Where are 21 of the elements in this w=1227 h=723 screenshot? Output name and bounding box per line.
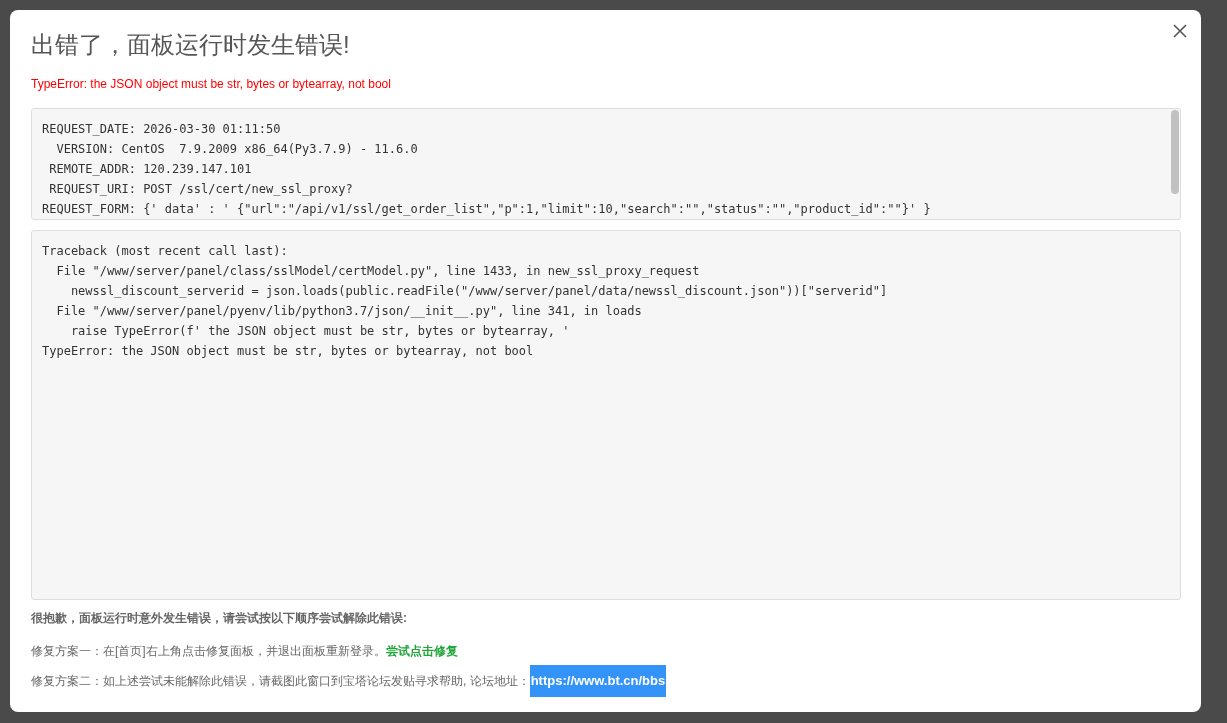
request-info-line: REMOTE_ADDR: 120.239.147.101 [48,161,253,178]
solution-text: 修复方案二：如上述尝试未能解除此错误，请截图此窗口到宝塔论坛发贴寻求帮助, 论坛地址：https://www.bt.cn/bbs [31,665,1181,697]
traceback-line: TypeError: the JSON object must be str, bytes or bytearray, not bool [42,343,535,360]
request-info-line: VERSION: CentOS 7.9.2009 x86_64(Py3.7.9) - 11.6.0 [55,141,419,158]
traceback-line: File "/www/server/panel/class/sslModel/certModel.py", line 1433, in new_ssl_proxy_request [55,263,701,280]
request-info-line: REQUEST_URI: POST /ssl/cert/new_ssl_proxy? [48,181,354,198]
request-info-line: REQUEST_DATE: 2026-03-30 01:11:50 [42,121,282,138]
apology-text: 很抱歉，面板运行时意外发生错误，请尝试按以下顺序尝试解除此错误: [31,610,408,627]
traceback-line: newssl_discount_serverid = json.loads(public.readFile("/www/server/panel/data/newssl_discount.json"))["serverid"] [69,283,889,300]
traceback-line: raise TypeError(f' the JSON object must be str, bytes or bytearray, ' [69,323,571,340]
request-info-line: REQUEST_FORM: {' data' : ' {"url":"/api/v1/ssl/get_order_list","p":1,"limit":10,"search":"","status":"","product_id":""}' } [42,201,932,218]
repair-link[interactable]: 尝试点击修复 [385,644,458,658]
close-button[interactable] [1171,22,1189,40]
traceback-line: File "/www/server/panel/pyenv/lib/python3.7/json/__init__.py", line 341, in loads [55,303,643,320]
dialog-title: 出错了，面板运行时发生错误! [31,30,351,60]
close-icon [1173,24,1187,38]
solution-text: 修复方案一：在[首页]右上角点击修复面板，并退出面板重新登录。尝试点击修复 [31,643,459,660]
error-message: TypeError: the JSON object must be str, bytes or bytearray, not bool [31,76,392,92]
scrollbar[interactable] [1171,110,1179,194]
forum-link[interactable]: https://www.bt.cn/bbs [529,665,667,697]
traceback-line: Traceback (most recent call last): [42,243,289,260]
